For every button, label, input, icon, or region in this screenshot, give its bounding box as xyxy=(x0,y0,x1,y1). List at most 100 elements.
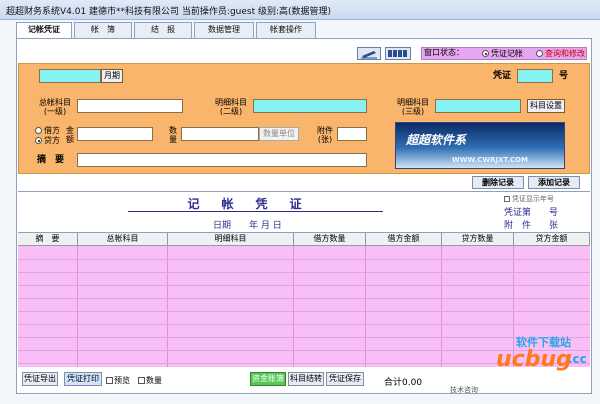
detail-account-field[interactable] xyxy=(253,99,367,113)
attachment-field[interactable] xyxy=(337,127,367,141)
tab-report[interactable]: 结 报 xyxy=(134,22,192,38)
tab-voucher[interactable]: 记帐凭证 xyxy=(16,22,72,39)
table-row[interactable] xyxy=(18,285,590,286)
ad-url-text: WWW.CWRJXT.COM xyxy=(452,156,528,164)
export-voucher-button[interactable]: 凭证导出 xyxy=(22,372,58,386)
quantity-label-1: 数 xyxy=(169,126,177,135)
preview-label: 预览 xyxy=(114,376,130,385)
voucher-title-underline xyxy=(128,211,383,212)
col-summary: 摘 要 xyxy=(18,233,78,246)
radio-selected-icon xyxy=(35,137,42,144)
col-general-account: 总帐科目 xyxy=(78,233,168,246)
pen-icon xyxy=(361,51,377,59)
debit-radio[interactable]: 借方 xyxy=(35,126,60,135)
checkbox-icon xyxy=(106,377,113,384)
col-divider xyxy=(365,246,366,367)
preview-checkbox[interactable]: 预览 xyxy=(106,375,130,386)
detail-account-label-2: (二级) xyxy=(219,107,243,116)
radio-icon xyxy=(35,127,42,134)
quantity-field[interactable] xyxy=(181,127,259,141)
table-row[interactable] xyxy=(18,259,590,260)
fund-ledger-button[interactable]: 资金账簿 xyxy=(250,372,286,386)
col-divider xyxy=(167,246,168,367)
account-transfer-button[interactable]: 科目结转 xyxy=(288,372,324,386)
radio-selected-icon xyxy=(482,50,489,57)
amount-label-2: 额 xyxy=(66,135,74,144)
mode-voucher-label: 凭证记帐 xyxy=(491,49,523,58)
detail-account3-label-2: (三级) xyxy=(401,107,425,116)
ad-main-text: 超超软件系 xyxy=(406,133,467,147)
checkbox-icon xyxy=(504,196,510,202)
table-row[interactable] xyxy=(18,324,590,325)
ad-banner[interactable]: 超超软件系 WWW.CWRJXT.COM xyxy=(395,122,565,169)
voucher-number-text: 凭证第 号 xyxy=(504,208,559,218)
quantity-unit-button[interactable]: 数量单位 xyxy=(259,127,299,141)
watermark-line3: .cc xyxy=(568,352,587,366)
summary-field[interactable] xyxy=(77,153,367,167)
window-title: 超超财务系统V4.01 建德市**科技有限公司 当前操作员:guest 级别:高… xyxy=(6,7,332,17)
general-account-field[interactable] xyxy=(77,99,183,113)
grid-icon-button[interactable] xyxy=(385,47,411,60)
grid-icon xyxy=(388,50,407,57)
title-bar: 超超财务系统V4.01 建德市**科技有限公司 当前操作员:guest 级别:高… xyxy=(0,0,600,20)
general-account-label: 总帐科目 (一级) xyxy=(33,98,77,116)
month-button[interactable]: 月期 xyxy=(101,69,123,83)
delete-record-button[interactable]: 删除记录 xyxy=(472,176,524,189)
voucher-date: 日期 年 月 日 xyxy=(213,221,282,231)
voucher-header: 记帐凭证 日期 年 月 日 凭证显示年号 凭证第 号 附 件 张 xyxy=(18,191,590,231)
pen-icon-button[interactable] xyxy=(357,47,381,60)
attachment-label-2: (张) xyxy=(317,135,333,144)
credit-radio-label: 贷方 xyxy=(44,136,60,145)
month-field[interactable] xyxy=(39,69,101,83)
debit-radio-label: 借方 xyxy=(44,126,60,135)
record-actions: 删除记录 添加记录 xyxy=(18,175,590,190)
col-divider xyxy=(441,246,442,367)
quantity-label-2: 量 xyxy=(169,135,177,144)
detail-account3-field[interactable] xyxy=(435,99,521,113)
col-debit-qty: 借方数量 xyxy=(294,233,366,246)
mode-query-radio[interactable]: 查询和修改 xyxy=(536,48,585,59)
voucher-attachments-text: 附 件 张 xyxy=(504,221,559,231)
detail-account-label-1: 明细科目 xyxy=(215,98,247,107)
col-detail-account: 明细科目 xyxy=(168,233,294,246)
amount-field[interactable] xyxy=(77,127,153,141)
attachment-label-1: 附件 xyxy=(317,126,333,135)
mode-voucher-radio[interactable]: 凭证记帐 xyxy=(482,48,523,59)
window-state-label: 窗口状态： xyxy=(424,48,464,57)
credit-radio[interactable]: 贷方 xyxy=(35,136,60,145)
watermark-line2: ucbug xyxy=(496,347,572,372)
general-account-label-1: 总帐科目 xyxy=(39,98,71,107)
amount-label-1: 金 xyxy=(66,126,74,135)
tab-account-set[interactable]: 帐套操作 xyxy=(256,22,316,38)
total-text: 合计0.00 xyxy=(384,378,423,388)
col-credit-amount: 贷方金额 xyxy=(514,233,590,246)
table-row[interactable] xyxy=(18,311,590,312)
radio-icon xyxy=(536,50,543,57)
voucher-number-field[interactable] xyxy=(517,69,553,83)
quantity-label: 数量 xyxy=(167,126,179,144)
show-year-checkbox[interactable]: 凭证显示年号 xyxy=(504,194,554,204)
tab-data-management[interactable]: 数据管理 xyxy=(194,22,254,38)
account-setting-button[interactable]: 科目设置 xyxy=(527,99,565,113)
voucher-label: 凭证 xyxy=(493,71,512,81)
detail-account-label: 明细科目 (二级) xyxy=(209,98,253,116)
tab-ledger[interactable]: 帐 簿 xyxy=(74,22,132,38)
voucher-number-unit: 号 xyxy=(559,71,569,81)
print-voucher-button[interactable]: 凭证打印 xyxy=(64,372,102,386)
add-record-button[interactable]: 添加记录 xyxy=(528,176,580,189)
attachment-label: 附件 (张) xyxy=(315,126,335,144)
mode-query-label: 查询和修改 xyxy=(545,49,585,58)
top-strip: 窗口状态： 凭证记帐 查询和修改 xyxy=(17,39,591,61)
table-header: 摘 要 总帐科目 明细科目 借方数量 借方金额 贷方数量 贷方金额 xyxy=(18,233,590,246)
window-state-group: 窗口状态： 凭证记帐 查询和修改 xyxy=(421,47,587,60)
quantity-checkbox[interactable]: 数量 xyxy=(138,375,162,386)
table-row[interactable] xyxy=(18,298,590,299)
entry-form: 月期 凭证 号 总帐科目 (一级) 明细科目 (二级) 明细科目 (三级) 科目设置 … xyxy=(18,63,590,174)
col-divider xyxy=(77,246,78,367)
col-divider xyxy=(293,246,294,367)
detail-account3-label-1: 明细科目 xyxy=(397,98,429,107)
site-watermark: 软件下载站 ucbug .cc xyxy=(476,334,598,374)
table-row[interactable] xyxy=(18,272,590,273)
amount-label: 金额 xyxy=(65,126,75,144)
save-voucher-button[interactable]: 凭证保存 xyxy=(326,372,364,386)
